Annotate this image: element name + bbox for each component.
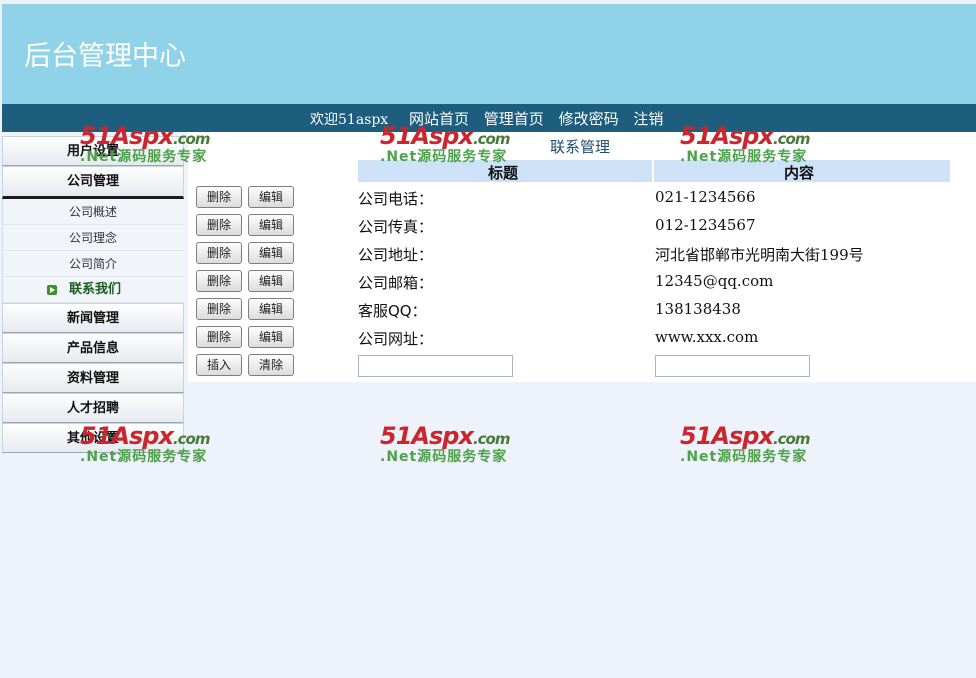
row-content: www.xxx.com <box>655 328 759 346</box>
delete-button[interactable]: 删除 <box>196 298 242 320</box>
table-row: 删除 编辑 公司网址： www.xxx.com <box>188 326 976 350</box>
delete-button[interactable]: 删除 <box>196 242 242 264</box>
submenu-company-philosophy[interactable]: 公司理念 <box>3 225 184 251</box>
delete-button[interactable]: 删除 <box>196 214 242 236</box>
panel-title: 联系管理 <box>550 138 611 156</box>
edit-button[interactable]: 编辑 <box>248 242 294 264</box>
insert-row: 插入 清除 <box>188 354 976 378</box>
nav-link-admin-home[interactable]: 管理首页 <box>484 110 544 128</box>
menu-company-management[interactable]: 公司管理 <box>2 166 184 199</box>
row-title: 公司地址： <box>358 246 434 264</box>
row-content: 12345@qq.com <box>655 272 774 290</box>
menu-data-management[interactable]: 资料管理 <box>2 363 184 393</box>
row-content: 河北省邯郸市光明南大街199号 <box>655 246 864 264</box>
nav-link-site-home[interactable]: 网站首页 <box>409 110 469 128</box>
table-header: 标题 内容 <box>356 160 950 182</box>
header-divider <box>356 160 358 182</box>
column-header-title: 标题 <box>488 164 519 182</box>
edit-button[interactable]: 编辑 <box>248 214 294 236</box>
edit-button[interactable]: 编辑 <box>248 326 294 348</box>
table-row: 删除 编辑 客服QQ： 138138438 <box>188 298 976 322</box>
row-title: 公司邮箱： <box>358 274 434 292</box>
edit-button[interactable]: 编辑 <box>248 186 294 208</box>
top-nav-bar: 欢迎51aspx 网站首页 管理首页 修改密码 注销 <box>2 104 976 132</box>
table-row: 删除 编辑 公司传真： 012-1234567 <box>188 214 976 238</box>
row-content: 021-1234566 <box>655 188 756 206</box>
row-content: 012-1234567 <box>655 216 756 234</box>
menu-recruitment[interactable]: 人才招聘 <box>2 393 184 423</box>
menu-user-settings[interactable]: 用户设置 <box>2 136 184 166</box>
header-divider <box>652 160 654 182</box>
edit-button[interactable]: 编辑 <box>248 298 294 320</box>
insert-button[interactable]: 插入 <box>196 354 242 376</box>
delete-button[interactable]: 删除 <box>196 270 242 292</box>
submenu-company-profile[interactable]: 公司简介 <box>3 251 184 277</box>
table-row: 删除 编辑 公司电话： 021-1234566 <box>188 186 976 210</box>
current-arrow-icon <box>47 285 57 295</box>
clear-button[interactable]: 清除 <box>248 354 294 376</box>
menu-product-info[interactable]: 产品信息 <box>2 333 184 363</box>
menu-news-management[interactable]: 新闻管理 <box>2 303 184 333</box>
delete-button[interactable]: 删除 <box>196 326 242 348</box>
table-row: 删除 编辑 公司邮箱： 12345@qq.com <box>188 270 976 294</box>
row-title: 客服QQ： <box>358 302 427 320</box>
sidebar-menu: 用户设置 公司管理 公司概述 公司理念 公司简介 联系我们 新闻管理 产品信息 … <box>2 136 184 453</box>
row-title: 公司传真： <box>358 218 434 236</box>
row-title: 公司网址： <box>358 330 434 348</box>
site-title: 后台管理中心 <box>24 41 186 72</box>
nav-link-logout[interactable]: 注销 <box>633 110 663 128</box>
menu-other-settings[interactable]: 其他设置 <box>2 423 184 453</box>
company-submenu: 公司概述 公司理念 公司简介 联系我们 <box>2 199 184 303</box>
delete-button[interactable]: 删除 <box>196 186 242 208</box>
new-content-input[interactable] <box>655 355 810 377</box>
row-content: 138138438 <box>655 300 741 318</box>
watermark-logo: 51Aspx.com .Net源码服务专家 <box>680 422 810 465</box>
column-header-content: 内容 <box>784 164 815 182</box>
submenu-contact-us[interactable]: 联系我们 <box>3 277 184 303</box>
nav-link-change-password[interactable]: 修改密码 <box>559 110 619 128</box>
row-title: 公司电话： <box>358 190 434 208</box>
table-row: 删除 编辑 公司地址： 河北省邯郸市光明南大街199号 <box>188 242 976 266</box>
new-title-input[interactable] <box>358 355 513 377</box>
submenu-company-overview[interactable]: 公司概述 <box>3 199 184 225</box>
contact-management-panel: 联系管理 标题 内容 删除 编辑 公司电话： 021-1234566 删除 编辑… <box>188 132 976 382</box>
header-banner: 后台管理中心 <box>2 4 976 104</box>
edit-button[interactable]: 编辑 <box>248 270 294 292</box>
welcome-text: 欢迎51aspx <box>310 112 389 128</box>
submenu-contact-us-label: 联系我们 <box>69 282 122 297</box>
watermark-logo: 51Aspx.com .Net源码服务专家 <box>380 422 510 465</box>
